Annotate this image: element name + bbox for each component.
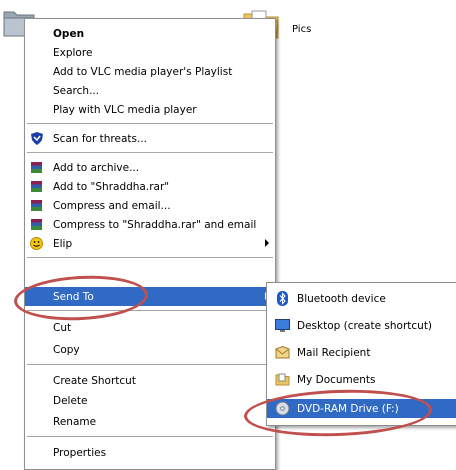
submenu-item-label: Mail Recipient bbox=[297, 346, 371, 359]
winrar-icon bbox=[29, 198, 44, 213]
menu-separator bbox=[27, 257, 273, 258]
smiley-icon bbox=[29, 236, 44, 251]
menu-item-label: Add to VLC media player's Playlist bbox=[53, 65, 233, 78]
menu-separator bbox=[27, 152, 273, 153]
menu-item-label: Create Shortcut bbox=[53, 374, 136, 387]
submenu-item-label: My Documents bbox=[297, 373, 376, 386]
menu-item-rename[interactable]: Rename bbox=[25, 412, 275, 431]
menu-item-label: Add to archive... bbox=[53, 161, 140, 174]
send-to-my-documents[interactable]: My Documents bbox=[267, 370, 456, 389]
menu-item-label: Copy bbox=[53, 343, 80, 356]
menu-item-label: Delete bbox=[53, 394, 88, 407]
menu-item-play-with-vlc[interactable]: Play with VLC media player bbox=[25, 100, 275, 119]
submenu-item-label: Bluetooth device bbox=[297, 292, 386, 305]
winrar-icon bbox=[29, 179, 44, 194]
menu-item-label: Elip bbox=[53, 237, 73, 250]
menu-item-cut[interactable]: Cut bbox=[25, 318, 275, 337]
desktop-icon bbox=[275, 318, 290, 333]
menu-item-open[interactable]: Open bbox=[25, 24, 275, 43]
winrar-icon bbox=[29, 217, 44, 232]
menu-item-create-shortcut[interactable]: Create Shortcut bbox=[25, 371, 275, 390]
menu-item-label: Search... bbox=[53, 84, 100, 97]
menu-item-label: Play with VLC media player bbox=[53, 103, 197, 116]
submenu-item-label: Desktop (create shortcut) bbox=[297, 319, 433, 332]
mail-icon bbox=[275, 345, 290, 360]
menu-item-label: Explore bbox=[53, 46, 93, 59]
shield-icon bbox=[29, 131, 44, 146]
menu-separator bbox=[27, 364, 273, 365]
menu-item-search[interactable]: Search... bbox=[25, 81, 275, 100]
menu-item-elip[interactable]: Elip bbox=[25, 234, 275, 253]
menu-item-scan-for-threats[interactable]: Scan for threats... bbox=[25, 129, 275, 148]
menu-separator bbox=[27, 123, 273, 124]
menu-item-label: Open bbox=[53, 27, 85, 40]
menu-item-compress-and-email[interactable]: Compress and email... bbox=[25, 196, 275, 215]
menu-item-label: Rename bbox=[53, 415, 97, 428]
documents-folder-icon bbox=[275, 372, 290, 387]
menu-item-label: Properties bbox=[53, 446, 107, 459]
menu-item-add-to-archive[interactable]: Add to archive... bbox=[25, 158, 275, 177]
menu-item-label: Compress and email... bbox=[53, 199, 171, 212]
menu-item-label: Add to "Shraddha.rar" bbox=[53, 180, 170, 193]
menu-item-properties[interactable]: Properties bbox=[25, 443, 275, 462]
menu-item-add-to-vlc-playlist[interactable]: Add to VLC media player's Playlist bbox=[25, 62, 275, 81]
send-to-mail-recipient[interactable]: Mail Recipient bbox=[267, 343, 456, 362]
send-to-desktop[interactable]: Desktop (create shortcut) bbox=[267, 316, 456, 335]
menu-item-compress-to-rar-and-email[interactable]: Compress to "Shraddha.rar" and email bbox=[25, 215, 275, 234]
menu-item-copy[interactable]: Copy bbox=[25, 340, 275, 359]
menu-item-label: Scan for threats... bbox=[53, 132, 147, 145]
winrar-icon bbox=[29, 160, 44, 175]
menu-item-label: Compress to "Shraddha.rar" and email bbox=[53, 218, 257, 231]
menu-item-delete[interactable]: Delete bbox=[25, 391, 275, 410]
send-to-bluetooth[interactable]: Bluetooth device bbox=[267, 289, 456, 308]
menu-separator bbox=[27, 436, 273, 437]
menu-item-add-to-shraddha-rar[interactable]: Add to "Shraddha.rar" bbox=[25, 177, 275, 196]
bluetooth-icon bbox=[275, 291, 290, 306]
context-menu: Open Explore Add to VLC media player's P… bbox=[24, 18, 276, 470]
menu-item-label: Cut bbox=[53, 321, 72, 334]
pics-folder-label[interactable]: Pics bbox=[292, 24, 311, 35]
menu-item-explore[interactable]: Explore bbox=[25, 43, 275, 62]
submenu-arrow-icon bbox=[265, 239, 269, 247]
